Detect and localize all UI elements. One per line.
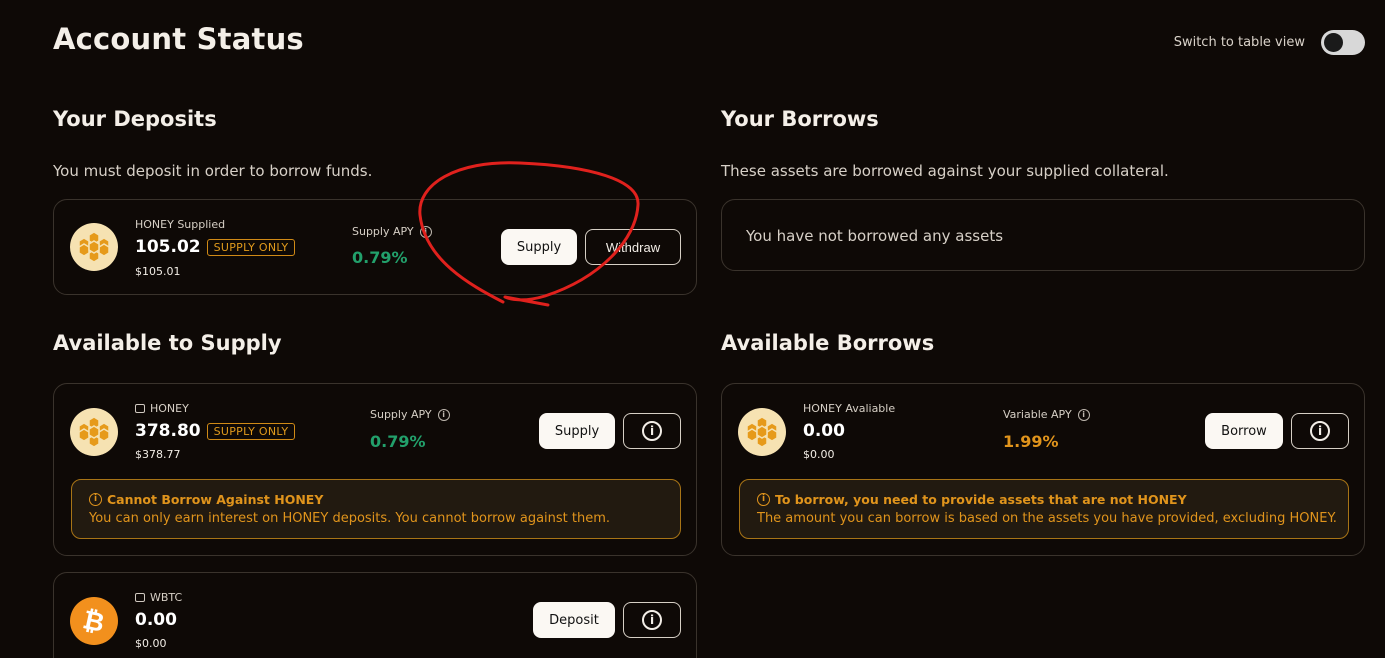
table-view-toggle[interactable] xyxy=(1321,30,1365,55)
honey-icon xyxy=(70,223,118,271)
withdraw-button[interactable]: Withdraw xyxy=(585,229,681,265)
apy-value: 0.79% xyxy=(370,432,426,451)
details-button[interactable]: i xyxy=(623,413,681,449)
wallet-icon xyxy=(135,593,145,602)
info-icon[interactable]: i xyxy=(1077,408,1090,421)
apy-label: Supply APY i xyxy=(352,225,432,238)
borrow-button[interactable]: Borrow xyxy=(1205,413,1283,449)
asset-label: WBTC xyxy=(135,591,182,604)
deposits-title: Your Deposits xyxy=(53,107,217,131)
apy-value: 0.79% xyxy=(352,248,408,267)
warning-title-text: To borrow, you need to provide assets th… xyxy=(775,492,1187,507)
page-title: Account Status xyxy=(53,22,304,56)
info-icon[interactable]: i xyxy=(419,225,432,238)
available-supply-title: Available to Supply xyxy=(53,331,282,355)
borrows-card: You have not borrowed any assets xyxy=(721,199,1365,271)
usd-value: $378.77 xyxy=(135,448,181,461)
asset-label: HONEY Avaliable xyxy=(803,402,896,415)
warning-icon: i xyxy=(89,493,102,506)
usd-value: $105.01 xyxy=(135,265,181,278)
wallet-amount: 378.80 SUPPLY ONLY xyxy=(135,421,296,441)
info-icon[interactable]: i xyxy=(437,408,450,421)
warning-box: i Cannot Borrow Against HONEY You can on… xyxy=(71,479,681,539)
table-view-toggle-group: Switch to table view xyxy=(1174,30,1365,55)
info-icon: i xyxy=(642,421,662,441)
deposit-card: HONEY Supplied 105.02 SUPPLY ONLY $105.0… xyxy=(53,199,697,295)
usd-value: $0.00 xyxy=(803,448,835,461)
asset-label: HONEY xyxy=(135,402,189,415)
amount-value: 378.80 xyxy=(135,421,201,441)
deposit-button[interactable]: Deposit xyxy=(533,602,615,638)
apy-label-text: Variable APY xyxy=(1003,408,1072,421)
warning-title: i Cannot Borrow Against HONEY xyxy=(89,492,323,507)
toggle-knob xyxy=(1324,33,1343,52)
warning-text: The amount you can borrow is based on th… xyxy=(757,511,1337,526)
honey-icon xyxy=(738,408,786,456)
available-borrows-title: Available Borrows xyxy=(721,331,935,355)
apy-label-text: Supply APY xyxy=(352,225,414,238)
annotation-circle xyxy=(418,161,640,307)
supply-honey-card: HONEY 378.80 SUPPLY ONLY $378.77 Supply … xyxy=(53,383,697,556)
info-icon: i xyxy=(1310,421,1330,441)
asset-name: HONEY xyxy=(150,402,189,415)
toggle-label: Switch to table view xyxy=(1173,35,1305,50)
deposits-subtitle: You must deposit in order to borrow fund… xyxy=(53,162,373,180)
supply-only-badge: SUPPLY ONLY xyxy=(206,422,296,440)
warning-box: i To borrow, you need to provide assets … xyxy=(739,479,1349,539)
borrows-subtitle: These assets are borrowed against your s… xyxy=(721,162,1169,180)
supply-wbtc-card: ₿ WBTC 0.00 $0.00 Deposit i xyxy=(53,572,697,658)
apy-label: Supply APY i xyxy=(370,408,450,421)
warning-icon: i xyxy=(757,493,770,506)
asset-label: HONEY Supplied xyxy=(135,218,226,231)
asset-name: WBTC xyxy=(150,591,183,604)
warning-title-text: Cannot Borrow Against HONEY xyxy=(107,492,324,507)
usd-value: $0.00 xyxy=(135,637,167,650)
no-borrows-text: You have not borrowed any assets xyxy=(746,227,1004,245)
details-button[interactable]: i xyxy=(623,602,681,638)
honey-icon xyxy=(70,408,118,456)
amount-value: 0.00 xyxy=(135,610,177,630)
supplied-amount: 105.02 SUPPLY ONLY xyxy=(135,237,296,257)
apy-label: Variable APY i xyxy=(1003,408,1090,421)
borrow-honey-card: HONEY Avaliable 0.00 $0.00 Variable APY … xyxy=(721,383,1365,556)
warning-text: You can only earn interest on HONEY depo… xyxy=(89,511,611,526)
supply-button[interactable]: Supply xyxy=(501,229,577,265)
amount-value: 0.00 xyxy=(803,421,845,441)
details-button[interactable]: i xyxy=(1291,413,1349,449)
supply-button[interactable]: Supply xyxy=(539,413,615,449)
info-icon: i xyxy=(642,610,662,630)
borrows-title: Your Borrows xyxy=(721,107,879,131)
amount-value: 105.02 xyxy=(135,237,201,257)
bitcoin-icon: ₿ xyxy=(70,597,118,645)
apy-value: 1.99% xyxy=(1003,432,1059,451)
warning-title: i To borrow, you need to provide assets … xyxy=(757,492,1187,507)
apy-label-text: Supply APY xyxy=(370,408,432,421)
supply-only-badge: SUPPLY ONLY xyxy=(206,238,296,256)
wallet-icon xyxy=(135,404,145,413)
